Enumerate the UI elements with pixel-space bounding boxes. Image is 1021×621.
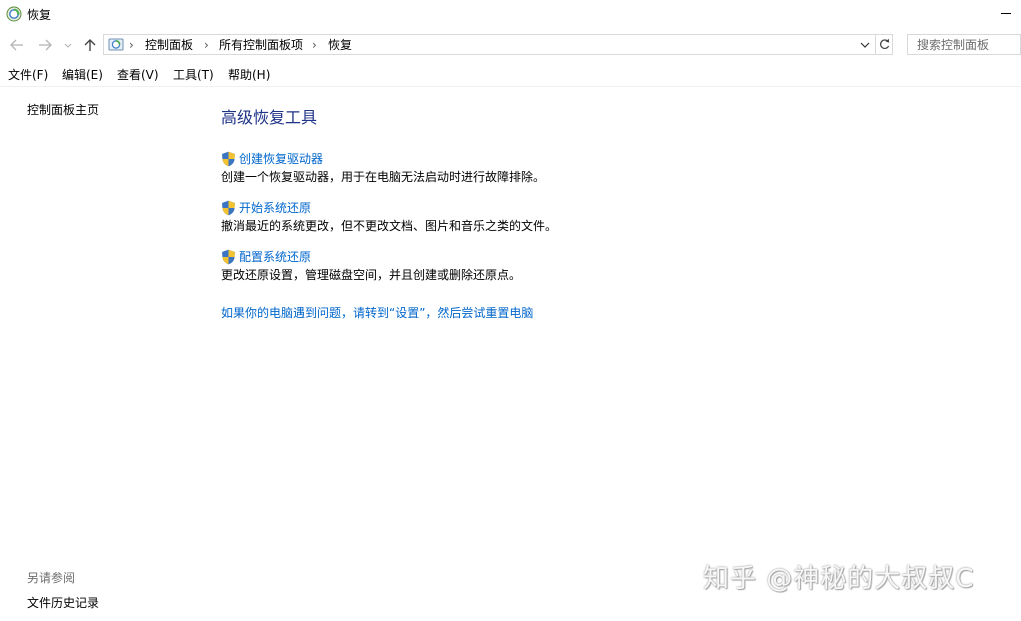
start-system-restore-link[interactable]: 开始系统还原 <box>221 200 311 216</box>
task-link-label: 开始系统还原 <box>239 201 312 215</box>
breadcrumb-separator: › <box>129 38 134 52</box>
task-link-label: 配置系统还原 <box>239 250 312 264</box>
recovery-window: 恢复 › 控制面板 › 所有控制面板项 › 恢复 搜索控制面板 文件(F) 编辑… <box>0 0 1021 621</box>
menu-bar: 文件(F) 编辑(E) 查看(V) 工具(T) 帮助(H) <box>0 64 1021 87</box>
up-arrow-icon[interactable] <box>81 36 99 54</box>
address-dropdown-icon[interactable] <box>856 35 874 54</box>
recovery-icon <box>6 6 22 22</box>
control-panel-icon <box>108 37 124 53</box>
page-title: 高级恢复工具 <box>221 108 318 127</box>
title-bar: 恢复 <box>0 0 1021 30</box>
menu-view[interactable]: 查看(V) <box>117 67 159 83</box>
breadcrumb-separator: › <box>312 38 317 52</box>
task-description: 更改还原设置，管理磁盘空间，并且创建或删除还原点。 <box>221 268 522 282</box>
search-input[interactable] <box>907 34 1021 55</box>
refresh-icon[interactable] <box>875 35 893 54</box>
menu-help[interactable]: 帮助(H) <box>228 67 270 83</box>
reset-pc-link[interactable]: 如果你的电脑遇到问题，请转到“设置”，然后尝试重置电脑 <box>221 305 533 321</box>
navigation-bar: › 控制面板 › 所有控制面板项 › 恢复 <box>0 30 1021 60</box>
zhihu-watermark: 知乎 @神秘的大叔叔C <box>703 564 975 594</box>
uac-shield-icon <box>221 200 236 216</box>
task-description: 创建一个恢复驱动器，用于在电脑无法启动时进行故障排除。 <box>221 170 546 184</box>
main-content: 高级恢复工具 创建恢复驱动器 创建一个恢复驱动器，用于在电脑无法启动时进行故障排… <box>221 87 1001 567</box>
menu-tools[interactable]: 工具(T) <box>173 67 214 83</box>
see-also-heading: 另请参阅 <box>27 571 76 585</box>
chevron-down-icon[interactable] <box>62 36 74 54</box>
breadcrumb-control-panel[interactable]: 控制面板 <box>145 37 193 53</box>
breadcrumb-recovery[interactable]: 恢复 <box>328 37 352 53</box>
file-history-link[interactable]: 文件历史记录 <box>27 595 99 611</box>
uac-shield-icon <box>221 249 236 265</box>
left-pane: 控制面板主页 另请参阅 文件历史记录 <box>0 87 200 621</box>
task-link-label: 创建恢复驱动器 <box>239 152 324 166</box>
create-recovery-drive-link[interactable]: 创建恢复驱动器 <box>221 151 323 167</box>
window-title: 恢复 <box>27 8 52 22</box>
minimize-button[interactable] <box>997 0 1021 28</box>
back-arrow-icon[interactable] <box>8 36 26 54</box>
menu-edit[interactable]: 编辑(E) <box>62 67 103 83</box>
menu-file[interactable]: 文件(F) <box>8 67 48 83</box>
configure-system-restore-link[interactable]: 配置系统还原 <box>221 249 311 265</box>
address-bar[interactable]: › 控制面板 › 所有控制面板项 › 恢复 <box>103 34 893 55</box>
forward-arrow-icon[interactable] <box>36 36 54 54</box>
breadcrumb-all-items[interactable]: 所有控制面板项 <box>219 37 303 53</box>
breadcrumb-separator: › <box>204 38 209 52</box>
task-description: 撤消最近的系统更改，但不更改文档、图片和音乐之类的文件。 <box>221 219 558 233</box>
uac-shield-icon <box>221 151 236 167</box>
control-panel-home-link[interactable]: 控制面板主页 <box>27 102 99 118</box>
